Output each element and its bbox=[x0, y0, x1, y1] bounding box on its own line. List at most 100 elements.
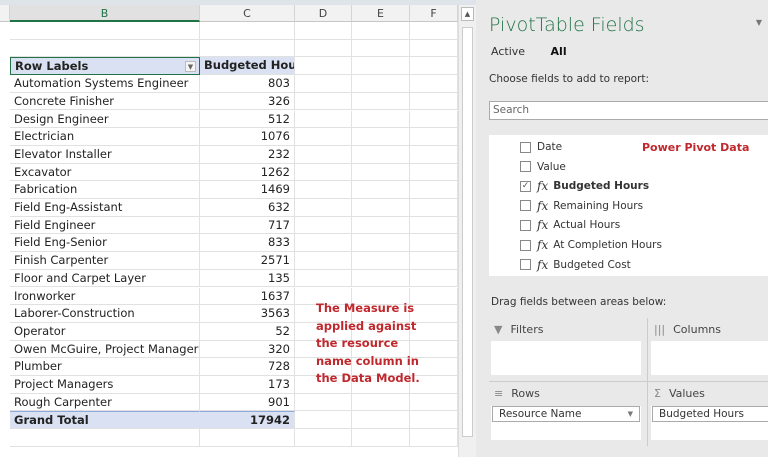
tab-active[interactable]: Active bbox=[491, 45, 525, 58]
cell[interactable] bbox=[352, 128, 410, 146]
cell[interactable] bbox=[295, 39, 352, 58]
filter-dropdown-icon[interactable]: ▼ bbox=[185, 61, 196, 73]
rows-area[interactable]: ≡ Rows Resource Name ▼ bbox=[491, 383, 643, 440]
cell[interactable] bbox=[352, 199, 410, 217]
column-header-f[interactable]: F bbox=[410, 5, 458, 22]
columns-drop-zone[interactable] bbox=[651, 341, 768, 375]
checkbox[interactable] bbox=[520, 200, 531, 212]
row-label-cell[interactable]: Operator bbox=[10, 322, 200, 341]
cell[interactable] bbox=[295, 393, 352, 412]
cell[interactable] bbox=[352, 216, 410, 235]
row-label-cell[interactable] bbox=[10, 429, 200, 447]
cell[interactable] bbox=[352, 252, 410, 270]
cell[interactable] bbox=[352, 163, 410, 182]
cell[interactable] bbox=[352, 181, 410, 199]
value-cell[interactable]: 728 bbox=[200, 358, 295, 376]
cell[interactable] bbox=[352, 92, 410, 111]
cell[interactable] bbox=[352, 75, 410, 93]
cell[interactable] bbox=[295, 181, 352, 199]
value-cell[interactable]: 232 bbox=[200, 145, 295, 164]
value-cell[interactable]: 173 bbox=[200, 376, 295, 394]
field-item[interactable]: Value bbox=[520, 158, 566, 176]
cell[interactable] bbox=[352, 429, 410, 447]
value-cell[interactable]: 2571 bbox=[200, 252, 295, 270]
cell[interactable] bbox=[352, 269, 410, 288]
cell[interactable] bbox=[352, 39, 410, 58]
cell[interactable] bbox=[295, 216, 352, 235]
field-item[interactable]: ✓ fx Budgeted Hours bbox=[520, 177, 649, 195]
cell[interactable] bbox=[295, 269, 352, 288]
cell[interactable] bbox=[410, 128, 458, 146]
field-item[interactable]: Date bbox=[520, 138, 562, 156]
cell[interactable] bbox=[295, 92, 352, 111]
row-label-cell[interactable]: Row Labels ▼ bbox=[10, 57, 200, 76]
cell[interactable] bbox=[410, 110, 458, 129]
columns-area[interactable]: ||| Columns bbox=[651, 319, 768, 375]
row-label-cell[interactable]: Electrician bbox=[10, 128, 200, 146]
cell[interactable] bbox=[352, 57, 410, 76]
row-label-cell[interactable]: Laborer-Construction bbox=[10, 305, 200, 323]
cell[interactable] bbox=[410, 57, 458, 76]
checkbox[interactable]: ✓ bbox=[520, 180, 531, 192]
value-cell[interactable]: 3563 bbox=[200, 305, 295, 323]
cell[interactable] bbox=[295, 163, 352, 182]
row-label-cell[interactable]: Ironworker bbox=[10, 287, 200, 306]
cell[interactable] bbox=[295, 110, 352, 129]
cell[interactable] bbox=[410, 234, 458, 253]
cell[interactable] bbox=[295, 22, 352, 40]
value-cell[interactable] bbox=[200, 429, 295, 447]
checkbox[interactable] bbox=[520, 141, 531, 153]
values-area[interactable]: Σ Values Budgeted Hours bbox=[651, 383, 768, 440]
filters-area[interactable]: ▼ Filters bbox=[491, 319, 643, 375]
cell[interactable] bbox=[410, 252, 458, 270]
pane-options-icon[interactable]: ▼ bbox=[756, 18, 762, 27]
column-header-c[interactable]: C bbox=[200, 5, 295, 22]
row-label-cell[interactable]: Project Managers bbox=[10, 376, 200, 394]
value-cell[interactable] bbox=[200, 22, 295, 40]
value-cell[interactable]: 326 bbox=[200, 92, 295, 111]
select-all-corner[interactable] bbox=[0, 5, 10, 22]
tab-all[interactable]: All bbox=[551, 45, 567, 58]
cell[interactable] bbox=[352, 110, 410, 129]
value-cell[interactable]: 833 bbox=[200, 234, 295, 253]
cell[interactable] bbox=[295, 145, 352, 164]
value-cell[interactable]: 803 bbox=[200, 75, 295, 93]
value-cell[interactable]: 512 bbox=[200, 110, 295, 129]
cell[interactable] bbox=[410, 216, 458, 235]
checkbox[interactable] bbox=[520, 259, 531, 271]
field-item[interactable]: fx Actual Hours bbox=[520, 216, 620, 234]
row-label-cell[interactable]: Field Eng-Assistant bbox=[10, 199, 200, 217]
column-header-d[interactable]: D bbox=[295, 5, 352, 22]
row-label-cell[interactable]: Rough Carpenter bbox=[10, 393, 200, 412]
cell[interactable] bbox=[295, 411, 352, 430]
cell[interactable] bbox=[295, 234, 352, 253]
chevron-down-icon[interactable]: ▼ bbox=[628, 407, 633, 421]
value-cell[interactable]: 901 bbox=[200, 393, 295, 412]
field-item[interactable]: fx Budgeted Cost bbox=[520, 256, 631, 274]
value-cell[interactable]: 52 bbox=[200, 322, 295, 341]
vertical-scrollbar[interactable]: ▲ bbox=[458, 5, 476, 457]
row-label-cell[interactable]: Finish Carpenter bbox=[10, 252, 200, 270]
value-cell[interactable] bbox=[200, 39, 295, 58]
cell[interactable] bbox=[410, 269, 458, 288]
value-cell[interactable]: 632 bbox=[200, 199, 295, 217]
cell[interactable] bbox=[410, 181, 458, 199]
cell[interactable] bbox=[410, 411, 458, 430]
cell[interactable] bbox=[352, 145, 410, 164]
cell[interactable] bbox=[410, 92, 458, 111]
checkbox[interactable] bbox=[520, 219, 531, 231]
row-label-cell[interactable]: Excavator bbox=[10, 163, 200, 182]
value-cell[interactable]: 1469 bbox=[200, 181, 295, 199]
cell[interactable] bbox=[295, 252, 352, 270]
row-label-cell[interactable]: Field Engineer bbox=[10, 216, 200, 235]
value-cell[interactable]: Budgeted Hours bbox=[200, 57, 295, 76]
row-label-cell[interactable]: Elevator Installer bbox=[10, 145, 200, 164]
rows-field-resource-name[interactable]: Resource Name ▼ bbox=[492, 406, 640, 422]
cell[interactable] bbox=[295, 57, 352, 76]
scroll-up-icon[interactable]: ▲ bbox=[461, 7, 474, 21]
row-label-cell[interactable]: Design Engineer bbox=[10, 110, 200, 129]
column-header-e[interactable]: E bbox=[352, 5, 410, 22]
cell[interactable] bbox=[352, 393, 410, 412]
cell[interactable] bbox=[410, 163, 458, 182]
scroll-thumb[interactable] bbox=[462, 27, 473, 437]
